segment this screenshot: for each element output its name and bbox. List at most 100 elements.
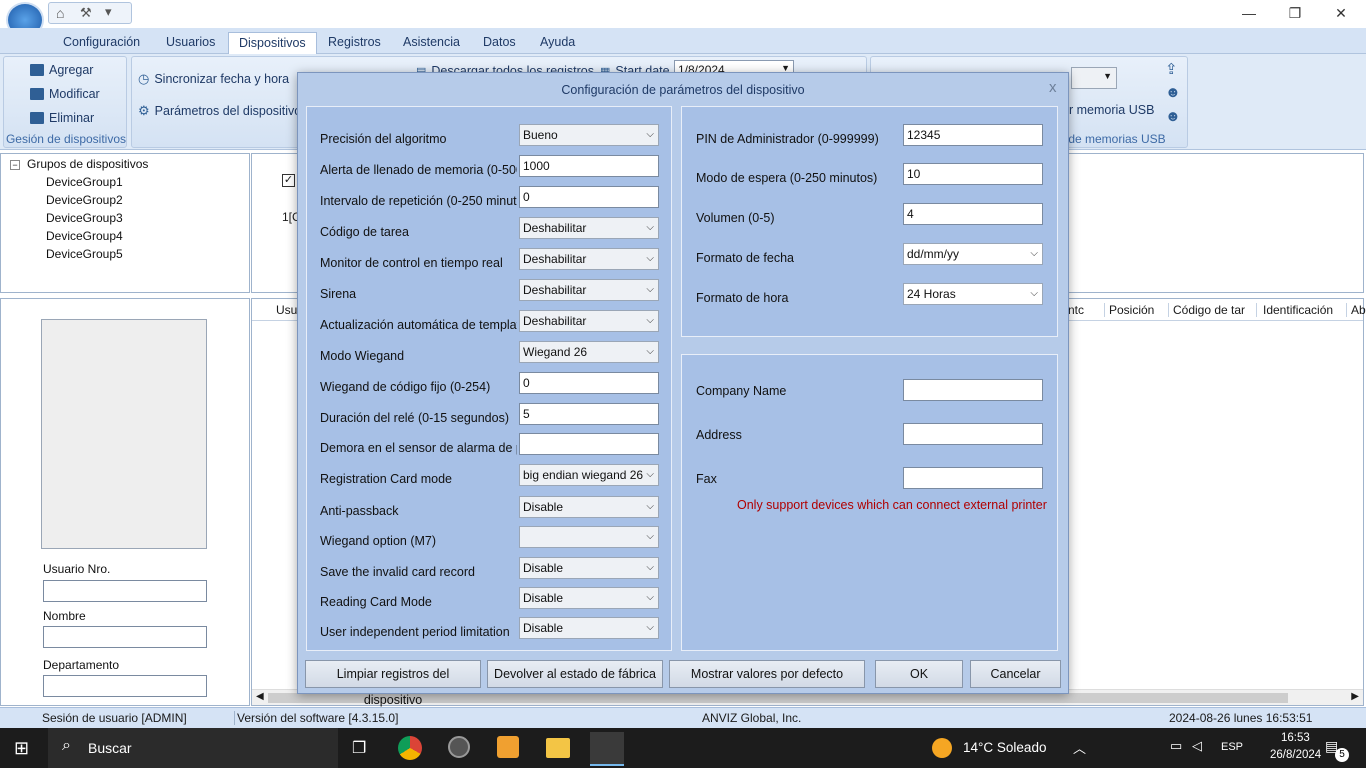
param-label: Registration Card mode <box>320 472 453 486</box>
param-input[interactable]: 12345 <box>903 124 1043 146</box>
tree-item[interactable]: DeviceGroup5 <box>46 247 123 261</box>
weather-label[interactable]: 14°C Soleado <box>963 740 1046 755</box>
clock-time[interactable]: 16:53 <box>1281 732 1310 744</box>
home-icon[interactable]: ⌂ <box>56 5 64 21</box>
delete-button[interactable]: Eliminar <box>30 111 94 125</box>
dialog-close-button[interactable]: x <box>1049 79 1057 96</box>
param-input[interactable]: 0 <box>519 186 659 208</box>
weather-icon <box>932 738 952 758</box>
param-value: Deshabilitar <box>523 283 587 297</box>
show-defaults-button[interactable]: Mostrar valores por defecto <box>669 660 865 688</box>
dialog-title: Configuración de parámetros del disposit… <box>561 83 805 97</box>
printer-field-input[interactable] <box>903 467 1043 489</box>
factory-reset-button[interactable]: Devolver al estado de fábrica <box>487 660 663 688</box>
user-no-field[interactable] <box>43 580 207 602</box>
tab-usuarios[interactable]: Usuarios <box>156 32 225 54</box>
tab-datos[interactable]: Datos <box>473 32 526 54</box>
tools-icon[interactable]: ⚒ <box>80 5 92 21</box>
tray-up-icon[interactable]: ︿ <box>1073 738 1086 757</box>
param-select[interactable]: Bueno ⌵ <box>519 124 659 146</box>
user-icon[interactable]: ☻ <box>1165 84 1181 101</box>
usb-select[interactable]: ▼ <box>1071 67 1117 89</box>
param-value: Deshabilitar <box>523 314 587 328</box>
column-header[interactable]: Identificación <box>1256 303 1333 317</box>
tree-item[interactable]: DeviceGroup4 <box>46 229 123 243</box>
param-label: Wiegand de código fijo (0-254) <box>320 380 491 394</box>
param-select[interactable]: Disable ⌵ <box>519 496 659 518</box>
tab-ayuda[interactable]: Ayuda <box>530 32 585 54</box>
param-value: Disable <box>523 500 564 514</box>
param-input[interactable]: 5 <box>519 403 659 425</box>
name-field[interactable] <box>43 626 207 648</box>
printer-field-input[interactable] <box>903 423 1043 445</box>
windows-start-icon[interactable]: ⊞ <box>14 738 29 759</box>
add-button[interactable]: Agregar <box>30 63 93 77</box>
task-view-icon[interactable]: ❐ <box>352 738 366 758</box>
minimize-button[interactable]: — <box>1226 2 1272 24</box>
select-all-checkbox[interactable]: ✓ <box>282 174 295 187</box>
language-label[interactable]: ESP <box>1221 741 1243 753</box>
dropdown-icon[interactable]: ▾ <box>105 4 112 20</box>
param-select[interactable]: Deshabilitar ⌵ <box>519 217 659 239</box>
param-label: Modo de espera (0-250 minutos) <box>696 171 878 185</box>
tab-dispositivos[interactable]: Dispositivos <box>228 32 317 54</box>
usb-memory-label: r memoria USB <box>1069 103 1155 117</box>
param-input[interactable]: 0 <box>519 372 659 394</box>
department-field[interactable] <box>43 675 207 697</box>
outlook-icon[interactable] <box>497 736 519 758</box>
close-button[interactable]: ✕ <box>1318 2 1364 24</box>
param-select[interactable]: Disable ⌵ <box>519 557 659 579</box>
column-header[interactable]: ntc <box>1068 303 1084 317</box>
param-select[interactable]: Wiegand 26 ⌵ <box>519 341 659 363</box>
anviz-app-icon[interactable] <box>590 732 624 766</box>
sync-time-button[interactable]: ◷ Sincronizar fecha y hora <box>138 71 289 87</box>
param-select[interactable]: Deshabilitar ⌵ <box>519 248 659 270</box>
param-select[interactable]: ⌵ <box>519 526 659 548</box>
modify-button[interactable]: Modificar <box>30 87 100 101</box>
tree-item[interactable]: DeviceGroup3 <box>46 211 123 225</box>
param-select[interactable]: Deshabilitar ⌵ <box>519 310 659 332</box>
param-value: big endian wiegand 26 <box>523 468 644 482</box>
param-input[interactable]: 1000 <box>519 155 659 177</box>
tab-registros[interactable]: Registros <box>318 32 391 54</box>
tab-configuracion[interactable]: Configuración <box>53 32 150 54</box>
volume-icon[interactable]: ◁ <box>1192 738 1202 754</box>
restore-button[interactable]: ❐ <box>1272 2 1318 24</box>
ok-button[interactable]: OK <box>875 660 963 688</box>
param-value: Deshabilitar <box>523 252 587 266</box>
file-explorer-icon[interactable] <box>546 738 570 758</box>
param-select[interactable]: Deshabilitar ⌵ <box>519 279 659 301</box>
printer-field-input[interactable] <box>903 379 1043 401</box>
param-select[interactable]: 24 Horas ⌵ <box>903 283 1043 305</box>
cancel-button[interactable]: Cancelar <box>970 660 1061 688</box>
collapse-icon[interactable]: − <box>10 160 20 170</box>
clock-date[interactable]: 26/8/2024 <box>1270 749 1321 761</box>
clear-logs-button[interactable]: Limpiar registros del dispositivo <box>305 660 481 707</box>
settings-icon: ⚙ <box>138 103 150 118</box>
scroll-left-icon[interactable]: ◀ <box>256 691 264 702</box>
usb-memory-button[interactable]: r memoria USB <box>1069 103 1154 117</box>
chrome-icon[interactable] <box>398 736 422 760</box>
taskbar-search[interactable]: ⌕ Buscar <box>48 728 338 768</box>
scroll-right-icon[interactable]: ▶ <box>1351 691 1359 702</box>
param-select[interactable]: dd/mm/yy ⌵ <box>903 243 1043 265</box>
user-settings-icon[interactable]: ☻ <box>1165 108 1181 125</box>
user-info-panel: Usuario Nro. Nombre Departamento <box>0 298 250 706</box>
upload-user-icon[interactable]: ⇪ <box>1165 60 1178 78</box>
tree-item[interactable]: DeviceGroup2 <box>46 193 123 207</box>
column-header[interactable]: Posición <box>1104 303 1154 317</box>
param-select[interactable]: big endian wiegand 26 ⌵ <box>519 464 659 486</box>
network-icon[interactable]: ▭ <box>1170 738 1182 754</box>
tree-item[interactable]: DeviceGroup1 <box>46 175 123 189</box>
device-params-button[interactable]: ⚙ Parámetros del dispositivo <box>138 103 301 119</box>
camera-app-icon[interactable] <box>448 736 470 758</box>
param-select[interactable]: Disable ⌵ <box>519 617 659 639</box>
column-header[interactable]: Ab <box>1346 303 1366 317</box>
param-input[interactable]: 10 <box>903 163 1043 185</box>
tree-root[interactable]: Grupos de dispositivos <box>27 157 148 171</box>
param-input[interactable]: 4 <box>903 203 1043 225</box>
param-select[interactable]: Disable ⌵ <box>519 587 659 609</box>
param-input[interactable] <box>519 433 659 455</box>
tab-asistencia[interactable]: Asistencia <box>393 32 470 54</box>
column-header[interactable]: Código de tar <box>1168 303 1256 317</box>
